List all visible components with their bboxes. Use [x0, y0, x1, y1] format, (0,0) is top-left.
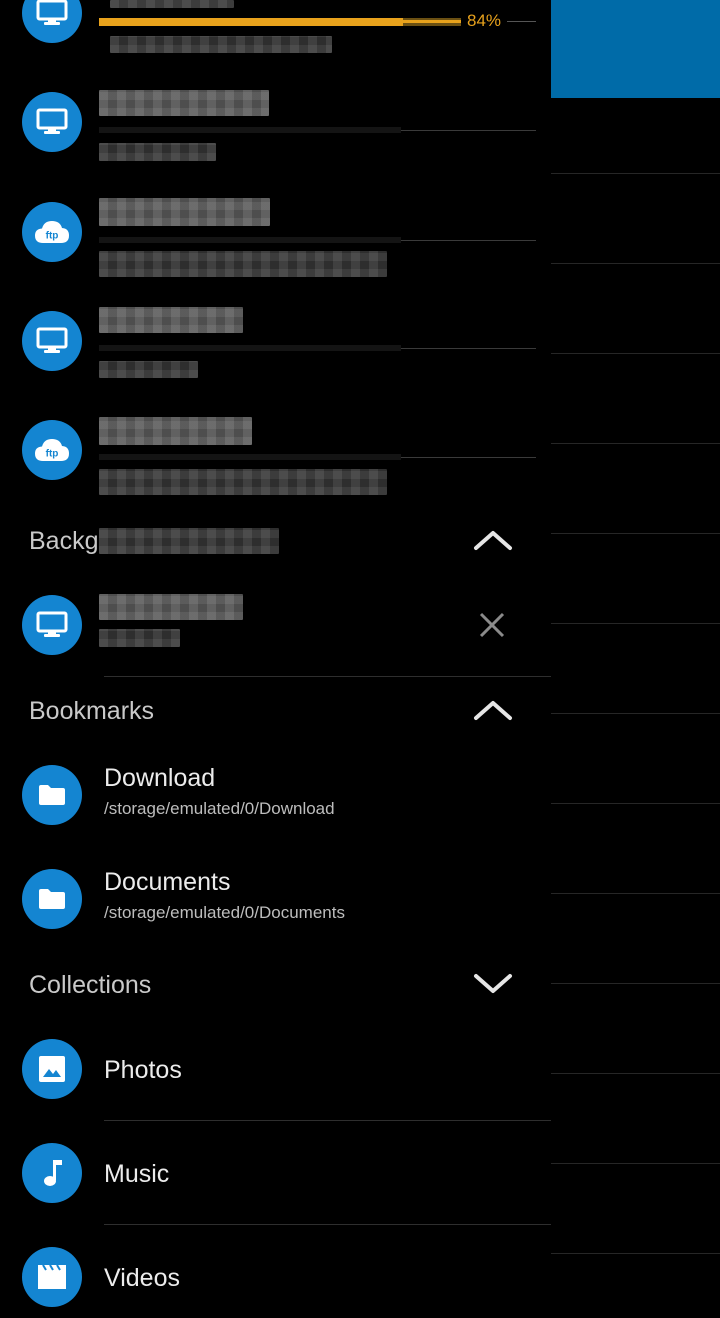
- background-list-divider: [551, 263, 720, 264]
- transfer-progress-remainder: [507, 21, 536, 22]
- collections-section-label: Collections: [29, 971, 152, 999]
- redacted-connection-name: [99, 198, 270, 226]
- folder-icon: [22, 765, 82, 825]
- monitor-icon: [22, 92, 82, 152]
- background-list-divider: [551, 353, 720, 354]
- close-icon[interactable]: [477, 610, 507, 640]
- redacted-connection-detail: [99, 143, 216, 161]
- background-list-divider: [551, 713, 720, 714]
- redacted-connection-detail: [99, 251, 387, 277]
- background-list-divider: [551, 173, 720, 174]
- bookmarks-section-label: Bookmarks: [29, 697, 155, 725]
- background-list-divider: [551, 1163, 720, 1164]
- row-divider: [401, 130, 536, 131]
- row-divider: [104, 1224, 551, 1225]
- ftp-cloud-icon: ftp: [22, 202, 82, 262]
- background-list-divider: [551, 803, 720, 804]
- background-list-divider: [551, 623, 720, 624]
- background-list-divider: [551, 1253, 720, 1254]
- monitor-icon: [22, 595, 82, 655]
- navigation-drawer: 84% ftp ftp Backg Bookmarks Download /st…: [0, 0, 551, 1318]
- redacted-section-label: [99, 528, 279, 554]
- music-note-icon: [22, 1143, 82, 1203]
- chevron-up-icon[interactable]: [472, 528, 514, 554]
- row-divider: [401, 348, 536, 349]
- transfer-progress-percent: 84%: [467, 11, 502, 30]
- background-list-divider: [551, 893, 720, 894]
- redacted-connection-line: [99, 237, 401, 243]
- redacted-connection-detail: [99, 469, 387, 495]
- redacted-task-name: [99, 594, 243, 620]
- redacted-connection-line: [99, 454, 401, 460]
- chevron-down-icon[interactable]: [472, 970, 514, 996]
- background-app-toolbar: [551, 0, 720, 98]
- redacted-connection-detail: [110, 36, 332, 53]
- background-list-divider: [551, 443, 720, 444]
- monitor-icon: [22, 0, 82, 43]
- section-divider: [104, 676, 551, 677]
- background-list-divider: [551, 983, 720, 984]
- collection-title: Photos: [104, 1056, 182, 1084]
- row-divider: [401, 457, 536, 458]
- bookmark-path: /storage/emulated/0/Documents: [104, 903, 345, 922]
- row-divider: [401, 240, 536, 241]
- monitor-icon: [22, 311, 82, 371]
- svg-text:ftp: ftp: [46, 231, 59, 242]
- bookmark-title: Download: [104, 764, 216, 792]
- clapperboard-icon: [22, 1247, 82, 1307]
- redacted-connection-line: [99, 127, 401, 133]
- collection-title: Videos: [104, 1264, 180, 1292]
- chevron-up-icon[interactable]: [472, 698, 514, 724]
- svg-text:ftp: ftp: [46, 449, 59, 460]
- redacted-connection-detail: [99, 361, 198, 378]
- transfer-progress-indicator: [403, 20, 461, 23]
- row-divider: [104, 1120, 551, 1121]
- background-list-divider: [551, 1073, 720, 1074]
- redacted-connection-name: [99, 417, 252, 445]
- redacted-connection-name: [110, 0, 234, 8]
- bookmark-path: /storage/emulated/0/Download: [104, 799, 335, 818]
- background-list-divider: [551, 533, 720, 534]
- bookmark-title: Documents: [104, 868, 231, 896]
- redacted-connection-line: [99, 345, 401, 351]
- image-icon: [22, 1039, 82, 1099]
- ftp-cloud-icon: ftp: [22, 420, 82, 480]
- background-section-label: Backg: [29, 527, 99, 555]
- folder-icon: [22, 869, 82, 929]
- redacted-connection-name: [99, 307, 243, 333]
- redacted-connection-name: [99, 90, 269, 116]
- collection-title: Music: [104, 1160, 170, 1188]
- redacted-task-detail: [99, 629, 180, 647]
- transfer-progress-fill: [99, 18, 404, 26]
